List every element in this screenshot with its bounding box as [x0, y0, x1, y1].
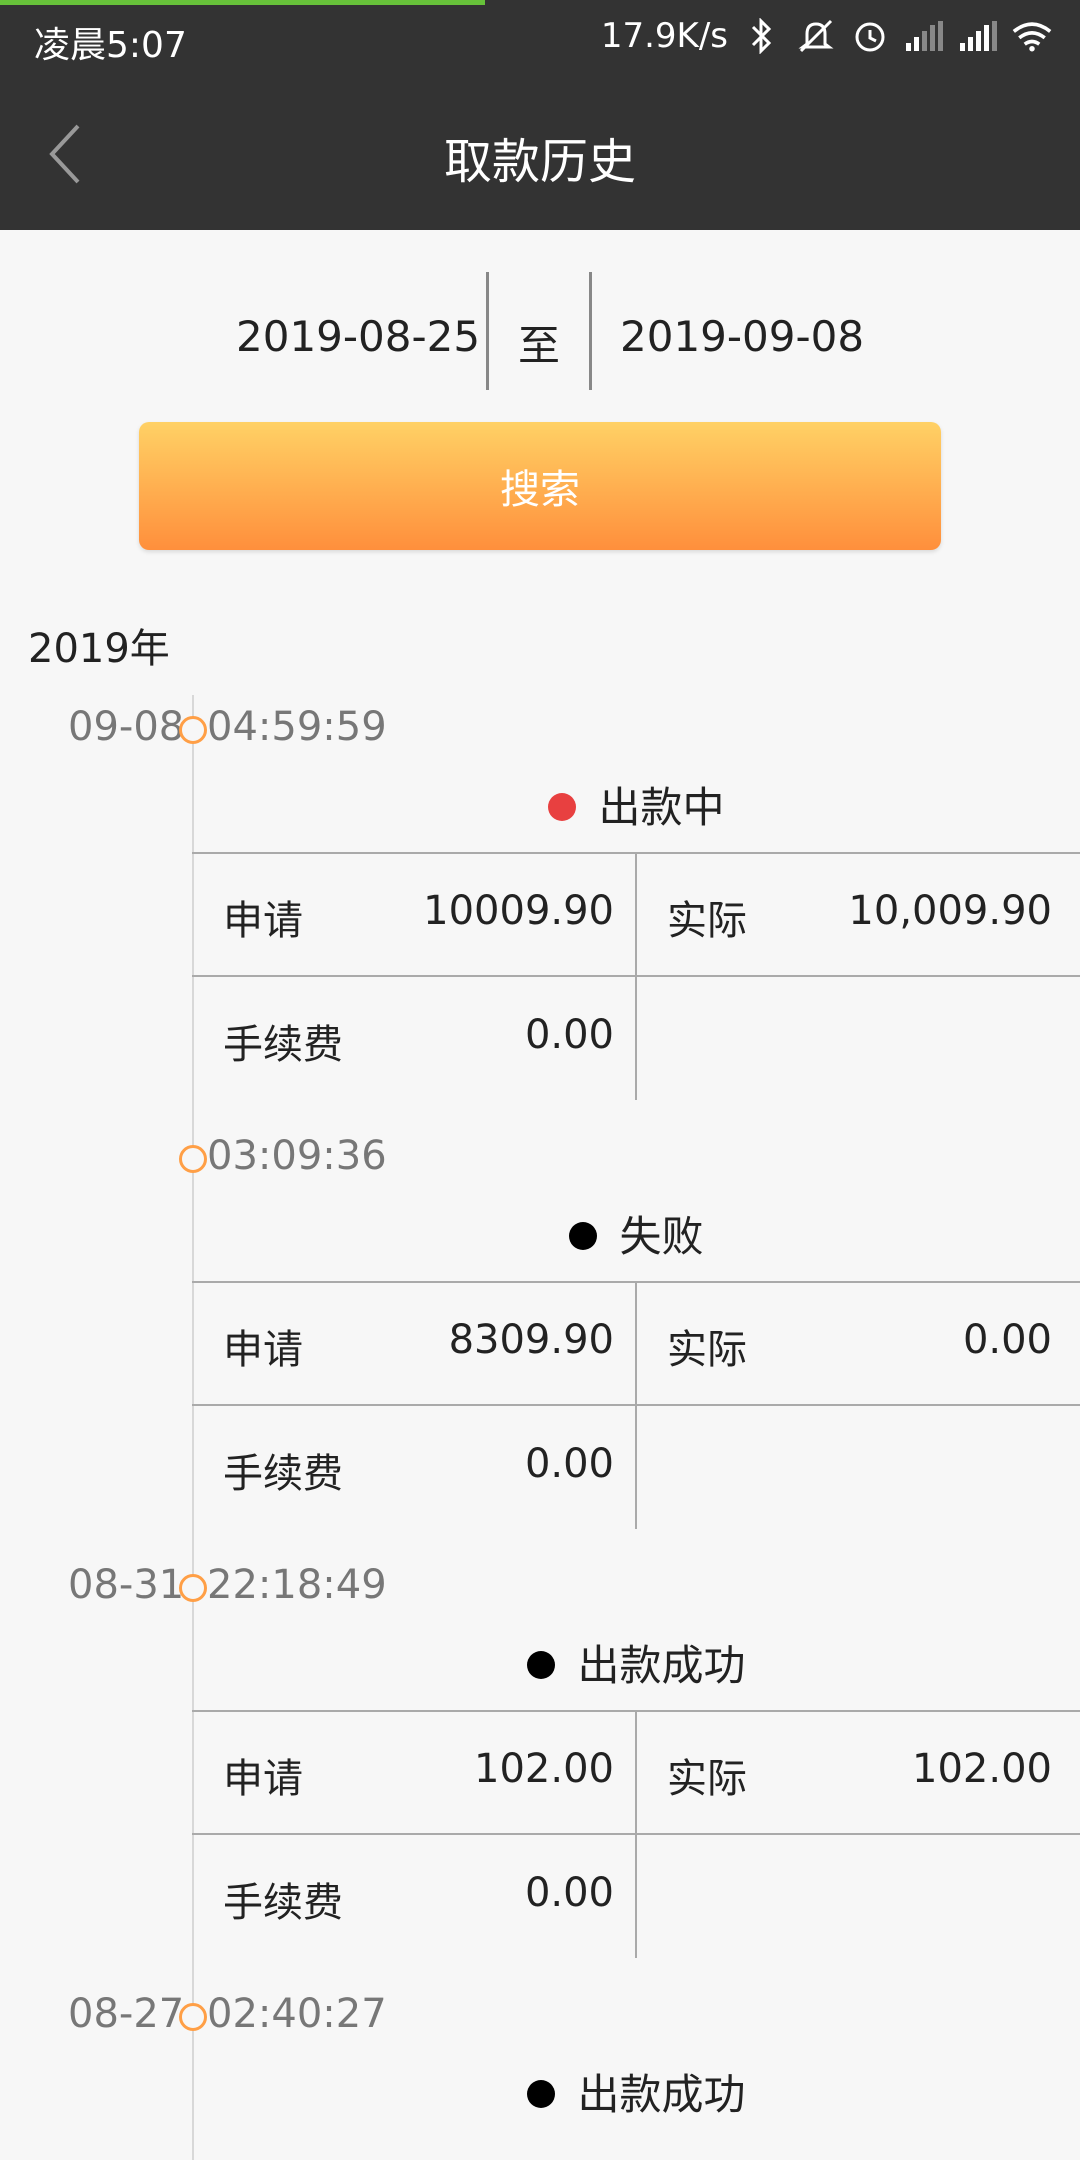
record-time: 04:59:59 — [207, 704, 387, 750]
start-date-field[interactable]: 2019-08-25 — [236, 312, 480, 361]
year-heading: 2019年 — [28, 626, 170, 672]
status-dot — [527, 2079, 556, 2108]
signal-icon — [958, 16, 998, 56]
status-dot — [548, 792, 577, 821]
fee-amount: 0.00 — [524, 1012, 614, 1058]
record-time: 02:40:27 — [207, 1991, 387, 2037]
fee-amount: 0.00 — [524, 1870, 614, 1916]
record-status: 出款成功 — [193, 1632, 1080, 1693]
date-range-filter: 2019-08-25 至 2019-09-08 — [0, 272, 1080, 392]
fee-amount: 0.00 — [524, 1441, 614, 1487]
date-range-separator: 至 — [518, 321, 561, 370]
record-details: 申请 8309.90 实际 0.00 手续费 0.00 — [192, 1281, 1080, 1529]
status-icons: 17.9K/s — [601, 16, 1052, 56]
apply-amount: 102.00 — [474, 1746, 614, 1792]
fee-label: 手续费 — [223, 1451, 343, 1497]
app-header: 取款历史 — [0, 78, 1080, 230]
status-text: 出款成功 — [577, 1641, 746, 1690]
actual-amount: 0.00 — [962, 1317, 1052, 1363]
fee-label: 手续费 — [223, 1880, 343, 1926]
end-date-field[interactable]: 2019-09-08 — [620, 312, 864, 361]
record-date: 09-08 — [68, 704, 185, 750]
fee-label: 手续费 — [223, 1022, 343, 1068]
wifi-icon — [1012, 16, 1052, 56]
actual-label: 实际 — [667, 898, 747, 944]
status-text: 出款成功 — [577, 2070, 746, 2119]
status-bar: 凌晨5:07 17.9K/s — [0, 0, 1080, 78]
apply-label: 申请 — [223, 1327, 303, 1373]
status-dot — [569, 1221, 598, 1250]
record-details: 申请 102.00 实际 102.00 手续费 0.00 — [192, 1710, 1080, 1958]
record-date: 08-31 — [68, 1562, 185, 1608]
apply-label: 申请 — [223, 898, 303, 944]
actual-amount: 102.00 — [912, 1746, 1052, 1792]
divider — [486, 272, 489, 390]
bluetooth-icon — [742, 16, 782, 56]
timeline-dot — [179, 2003, 207, 2031]
record-status: 出款中 — [193, 774, 1080, 835]
actual-label: 实际 — [667, 1327, 747, 1373]
page-title: 取款历史 — [443, 134, 636, 190]
status-time: 凌晨5:07 — [34, 25, 187, 66]
record-time: 22:18:49 — [207, 1562, 387, 1608]
mute-icon — [796, 16, 836, 56]
apply-amount: 8309.90 — [448, 1317, 614, 1363]
timeline-dot — [179, 716, 207, 744]
withdrawal-record[interactable]: 08-27 02:40:27 出款成功 — [0, 1991, 1080, 2160]
record-details: 申请 10009.90 实际 10,009.90 手续费 0.00 — [192, 852, 1080, 1100]
actual-label: 实际 — [667, 1756, 747, 1802]
alarm-icon — [850, 16, 890, 56]
record-status: 出款成功 — [193, 2061, 1080, 2122]
divider — [589, 272, 592, 390]
divider — [635, 1281, 637, 1529]
divider — [635, 1710, 637, 1958]
apply-amount: 10009.90 — [423, 888, 614, 934]
loading-progress-bar — [0, 0, 485, 5]
network-speed: 17.9K/s — [600, 16, 728, 56]
timeline-dot — [179, 1574, 207, 1602]
record-date: 08-27 — [68, 1991, 185, 2037]
timeline-dot — [179, 1145, 207, 1173]
record-status: 失败 — [193, 1203, 1080, 1264]
actual-amount: 10,009.90 — [848, 888, 1052, 934]
apply-label: 申请 — [223, 1756, 303, 1802]
status-text: 出款中 — [598, 783, 725, 832]
status-text: 失败 — [619, 1212, 704, 1261]
status-dot — [527, 1650, 556, 1679]
record-time: 03:09:36 — [207, 1133, 387, 1179]
signal-icon — [904, 16, 944, 56]
divider — [635, 852, 637, 1100]
search-button[interactable]: 搜索 — [139, 422, 941, 550]
